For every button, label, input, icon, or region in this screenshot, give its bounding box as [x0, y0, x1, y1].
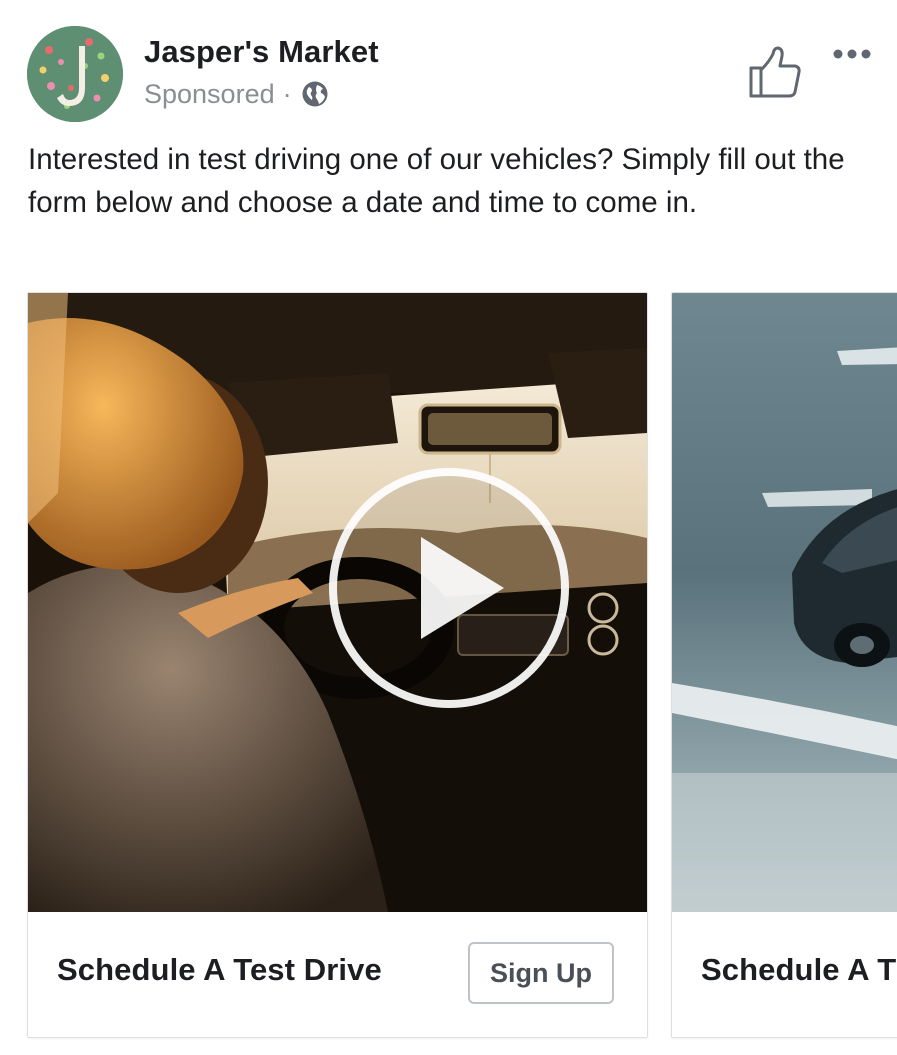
ad-carousel[interactable]: Schedule A Test Drive Sign Up Schedule A…	[0, 292, 897, 1052]
card-headline[interactable]: Schedule A Test Drive	[57, 952, 382, 988]
globe-icon	[300, 79, 330, 109]
card-video[interactable]	[28, 293, 647, 912]
car-on-road-image	[672, 293, 897, 912]
post-text: Interested in test driving one of our ve…	[28, 143, 845, 219]
avatar-logo-icon	[27, 26, 123, 122]
sign-up-button[interactable]: Sign Up	[468, 942, 614, 1004]
card-headline[interactable]: Schedule A T	[701, 952, 896, 988]
card-footer: Schedule A T	[672, 912, 897, 1037]
separator-dot: ·	[282, 78, 292, 109]
carousel-card[interactable]: Schedule A T	[671, 292, 897, 1038]
page-avatar[interactable]	[27, 26, 123, 122]
sponsored-row: Sponsored ·	[144, 76, 330, 112]
play-icon[interactable]	[326, 465, 572, 711]
card-image[interactable]	[672, 293, 897, 912]
thumbs-up-icon[interactable]	[745, 44, 803, 100]
more-options-icon[interactable]	[830, 42, 874, 66]
card-footer: Schedule A Test Drive Sign Up	[28, 912, 647, 1037]
sponsored-label: Sponsored	[144, 78, 275, 109]
page-name[interactable]: Jasper's Market	[144, 32, 379, 72]
carousel-card[interactable]: Schedule A Test Drive Sign Up	[27, 292, 648, 1038]
post-header: Jasper's Market Sponsored ·	[0, 0, 897, 136]
